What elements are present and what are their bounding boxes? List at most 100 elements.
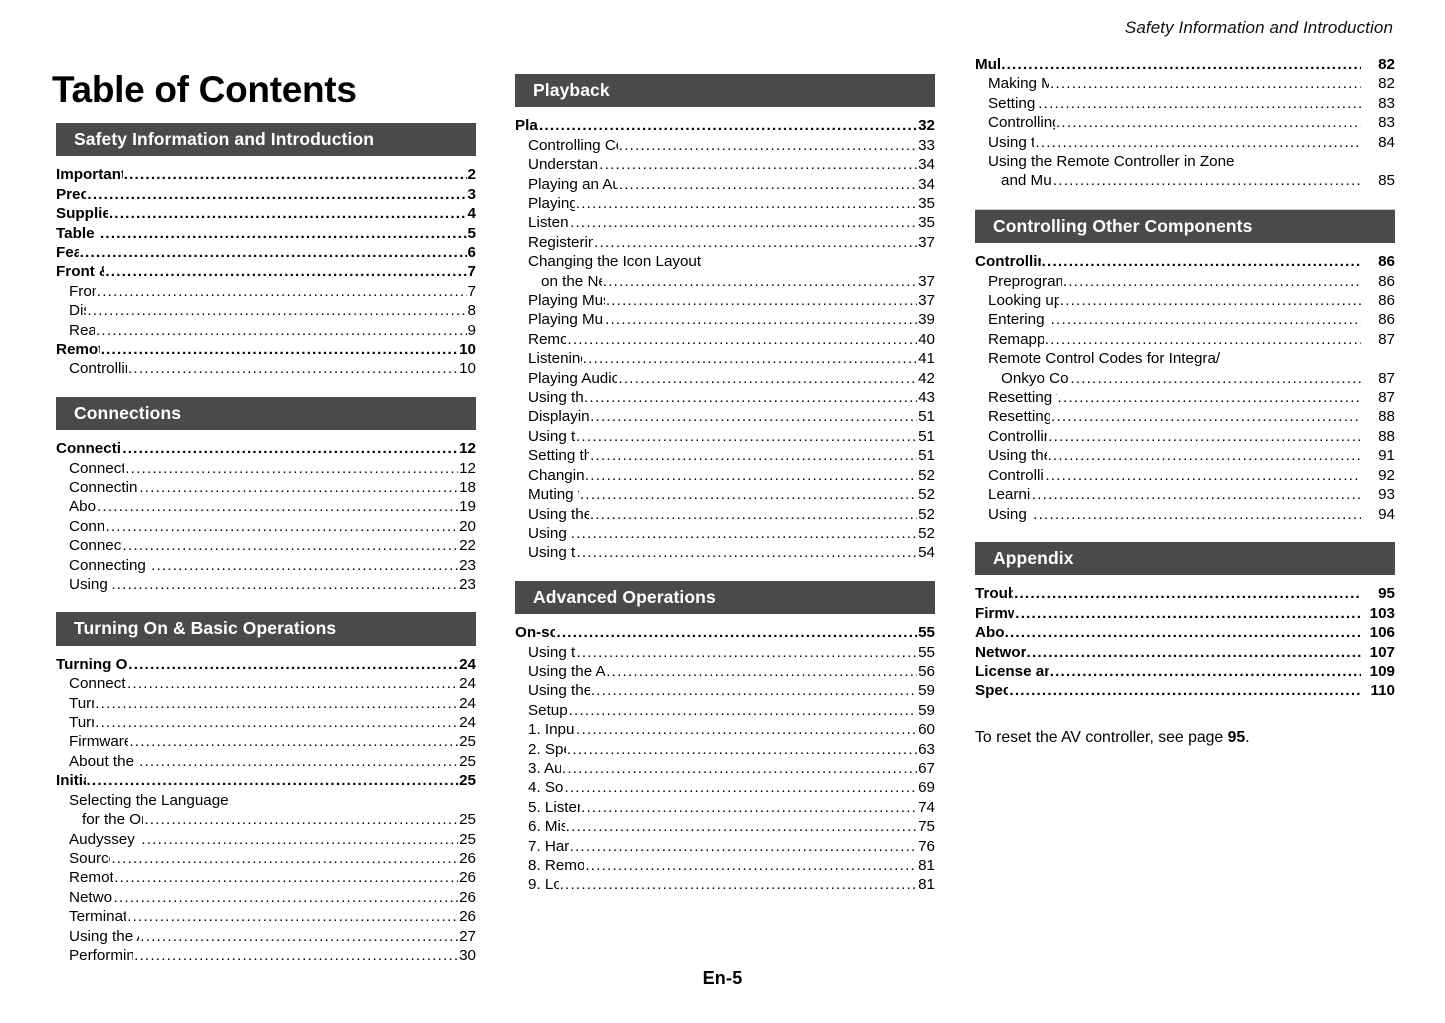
toc-entry[interactable]: Using the Sleep Timer...................… — [515, 427, 935, 446]
toc-entry[interactable]: 3. Audio Adjust.........................… — [515, 759, 935, 778]
toc-entry[interactable]: Using the Whole House Mode..............… — [515, 505, 935, 524]
toc-entry[interactable]: Terminating the Initial Setup...........… — [56, 907, 476, 926]
toc-entry[interactable]: Remote Control Codes for Integra/.......… — [975, 349, 1395, 368]
toc-entry[interactable]: Display.................................… — [56, 301, 476, 320]
toc-entry[interactable]: On-screen Setup.........................… — [515, 623, 935, 642]
toc-entry[interactable]: Changing the Input Display..............… — [515, 466, 935, 485]
toc-entry[interactable]: Using Headphones........................… — [56, 575, 476, 594]
toc-entry[interactable]: 2. Speaker Setup........................… — [515, 740, 935, 759]
toc-entry[interactable]: Using the 12V Triggers..................… — [975, 133, 1395, 152]
toc-entry[interactable]: Front & Rear Panels.....................… — [56, 262, 476, 281]
toc-entry[interactable]: 1. Input/Output Assign..................… — [515, 720, 935, 739]
toc-entry[interactable]: Using the Setup Menu (Home).............… — [515, 681, 935, 700]
toc-entry[interactable]: Using the Automatic Speaker Setup.......… — [56, 927, 476, 946]
toc-entry[interactable]: Using the Quick Setup...................… — [515, 643, 935, 662]
toc-entry[interactable]: Entering Remote Control Codes...........… — [975, 310, 1395, 329]
toc-entry[interactable]: Using Easy Macros.......................… — [515, 524, 935, 543]
toc-entry[interactable]: Playing an Audio from Bluetooth-enabled … — [515, 175, 935, 194]
toc-entry[interactable]: Audyssey MultEQ XT32: Auto Setup........… — [56, 830, 476, 849]
toc-leader-dots: ........................................… — [585, 856, 918, 874]
toc-entry[interactable]: Controlling Other Components............… — [975, 427, 1395, 446]
toc-entry[interactable]: Resetting the Remote Mode Buttons.......… — [975, 388, 1395, 407]
toc-entry[interactable]: Preprogrammed Remote Control Codes......… — [975, 272, 1395, 291]
toc-entry[interactable]: Source Connection.......................… — [56, 849, 476, 868]
toc-entry[interactable]: 9. Lock Setup...........................… — [515, 875, 935, 894]
toc-entry[interactable]: Remote Controller.......................… — [56, 340, 476, 359]
toc-entry[interactable]: Muting the AV Controller................… — [515, 485, 935, 504]
toc-entry[interactable]: Controlling Contents of USB or Network D… — [515, 136, 935, 155]
toc-entry[interactable]: Playing Audio and Video from Separate So… — [515, 369, 935, 388]
toc-entry[interactable]: Playing Music Files on a Server (DLNA)..… — [515, 291, 935, 310]
toc-entry[interactable]: on the Network Service Screen...........… — [515, 272, 935, 291]
toc-entry[interactable]: Remote Mode Setup.......................… — [56, 868, 476, 887]
toc-entry[interactable]: Connecting Your Speakers................… — [56, 459, 476, 478]
toc-entry[interactable]: Network/USB Features....................… — [975, 643, 1395, 662]
toc-entry[interactable]: About HDMI..............................… — [975, 623, 1395, 642]
toc-entry[interactable]: Rear Panel..............................… — [56, 321, 476, 340]
toc-entry[interactable]: Turning Off.............................… — [56, 713, 476, 732]
toc-entry[interactable]: Displaying Source Information...........… — [515, 407, 935, 426]
toc-entry[interactable]: Using Normal Macros.....................… — [975, 505, 1395, 524]
toc-entry[interactable]: Looking up for Remote Control Codes.....… — [975, 291, 1395, 310]
toc-entry[interactable]: Performing Wireless LAN Setup...........… — [56, 946, 476, 965]
toc-entry[interactable]: Turning On..............................… — [56, 694, 476, 713]
toc-entry[interactable]: Playing Music Files on a Shared Folder..… — [515, 310, 935, 329]
toc-entry[interactable]: Controlling Your iPod/iPhone............… — [975, 466, 1395, 485]
toc-entry[interactable]: Using the Remote Controller in Zone.....… — [975, 152, 1395, 171]
toc-entry[interactable]: Initial Setup...........................… — [56, 771, 476, 790]
toc-entry[interactable]: Firmware Update.........................… — [975, 604, 1395, 623]
toc-entry[interactable]: About the Hybrid Standby indicator......… — [56, 752, 476, 771]
toc-entry[interactable]: Registering Other Internet Radio........… — [515, 233, 935, 252]
toc-entry[interactable]: Using the Integra/Onkyo Dock............… — [975, 446, 1395, 465]
toc-entry[interactable]: About RIHD..............................… — [56, 497, 476, 516]
toc-entry[interactable]: Connection Tips.........................… — [56, 517, 476, 536]
toc-entry[interactable]: Connecting Integra/Onkyo RI Components..… — [56, 556, 476, 575]
toc-entry[interactable]: Troubleshooting.........................… — [975, 584, 1395, 603]
toc-entry[interactable]: Controlling Multi Zone Components.......… — [975, 113, 1395, 132]
toc-entry[interactable]: Connecting the TV/AV components.........… — [56, 478, 476, 497]
toc-entry[interactable]: 6. Miscellaneous........................… — [515, 817, 935, 836]
toc-entry[interactable]: Learning Commands.......................… — [975, 485, 1395, 504]
toc-entry[interactable]: Setting the Display Brightness..........… — [515, 446, 935, 465]
toc-entry[interactable]: Important Safety Instructions...........… — [56, 165, 476, 184]
toc-entry[interactable]: and Multiroom Control Kits..............… — [975, 171, 1395, 190]
toc-entry[interactable]: Using the Listening Modes...............… — [515, 388, 935, 407]
toc-entry[interactable]: 5. Listening Mode Preset................… — [515, 798, 935, 817]
toc-entry[interactable]: Connecting the Antennas.................… — [56, 536, 476, 555]
toc-entry[interactable]: Setup Menu Items........................… — [515, 701, 935, 720]
toc-entry[interactable]: Onkyo Components Connected via RI.......… — [975, 369, 1395, 388]
toc-entry[interactable]: Features................................… — [56, 243, 476, 262]
toc-entry[interactable]: Precautions.............................… — [56, 185, 476, 204]
toc-entry[interactable]: Selecting the Language..................… — [56, 791, 476, 810]
toc-entry[interactable]: 4. Source Setup.........................… — [515, 778, 935, 797]
toc-entry[interactable]: Playing a USB Device....................… — [515, 194, 935, 213]
toc-entry[interactable]: License and Trademark Information.......… — [975, 662, 1395, 681]
toc-entry[interactable]: 8. Remote Controller Setup..............… — [515, 856, 935, 875]
toc-entry[interactable]: Front Panel.............................… — [56, 282, 476, 301]
toc-entry[interactable]: Setting the Zone 2/3 Out................… — [975, 94, 1395, 113]
toc-entry[interactable]: Firmware Update Notification............… — [56, 732, 476, 751]
toc-entry[interactable]: Understanding Icons on the Display......… — [515, 155, 935, 174]
toc-entry[interactable]: Playback................................… — [515, 116, 935, 135]
toc-entry[interactable]: 7. Hardware Setup.......................… — [515, 837, 935, 856]
toc-entry[interactable]: Remapping Colored Buttons...............… — [975, 330, 1395, 349]
toc-entry[interactable]: Changing the Icon Layout................… — [515, 252, 935, 271]
toc-entry[interactable]: Listening to TuneIn.....................… — [515, 213, 935, 232]
toc-entry[interactable]: Making Multi Zone Connections...........… — [975, 74, 1395, 93]
toc-entry[interactable]: Listening to AM/FM Radio................… — [515, 349, 935, 368]
toc-entry[interactable]: Multi Zone..............................… — [975, 55, 1395, 74]
toc-entry[interactable]: for the On-screen Setup Menus...........… — [56, 810, 476, 829]
toc-entry[interactable]: Connecting the Power Cord...............… — [56, 674, 476, 693]
toc-entry[interactable]: Specifications..........................… — [975, 681, 1395, 700]
toc-entry[interactable]: Using the Audio Settings of Quick Setup.… — [515, 662, 935, 681]
toc-entry[interactable]: Table of Contents.......................… — [56, 224, 476, 243]
toc-entry[interactable]: Remote Playback.........................… — [515, 330, 935, 349]
toc-entry[interactable]: Network Connection......................… — [56, 888, 476, 907]
toc-entry[interactable]: Controlling the AV Controller...........… — [56, 359, 476, 378]
toc-entry[interactable]: Connecting the AV Controller............… — [56, 439, 476, 458]
toc-entry[interactable]: Turning On/Off the AV Controller........… — [56, 655, 476, 674]
toc-entry[interactable]: Using the Home Menu.....................… — [515, 543, 935, 562]
toc-entry[interactable]: Resetting the Remote Controller.........… — [975, 407, 1395, 426]
toc-entry[interactable]: Supplied Accessories....................… — [56, 204, 476, 223]
toc-entry[interactable]: Controlling Other Components............… — [975, 252, 1395, 271]
